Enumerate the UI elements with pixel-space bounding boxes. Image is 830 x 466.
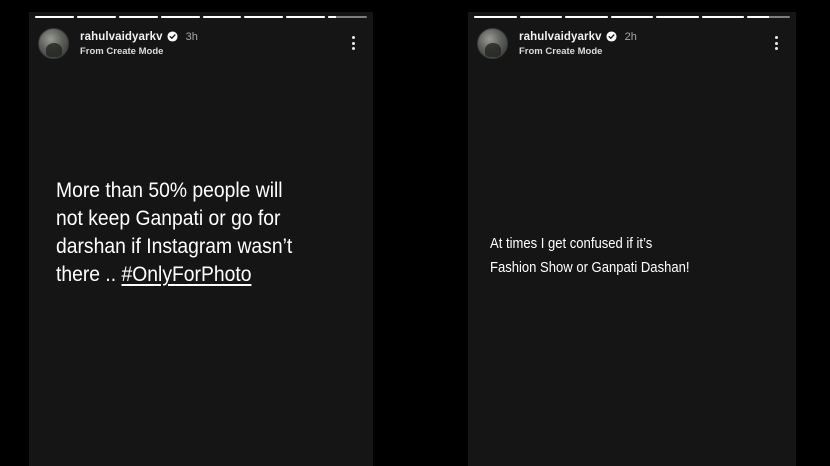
story-progress-fill <box>118 16 158 18</box>
story-timestamp: 2h <box>624 30 637 43</box>
story-progress-segment <box>76 16 116 18</box>
story-card-left[interactable]: rahulvaidyarkv 3h From Create Mode More … <box>29 12 373 466</box>
verified-badge-icon <box>606 31 617 42</box>
story-progress-segment <box>118 16 158 18</box>
story-progress-fill <box>747 16 769 18</box>
more-vertical-icon[interactable] <box>347 34 359 52</box>
story-progress-segment <box>610 16 654 18</box>
username[interactable]: rahulvaidyarkv <box>519 31 602 43</box>
avatar[interactable] <box>477 27 508 59</box>
story-subtitle: From Create Mode <box>80 45 164 57</box>
story-text-line: At times I get confused if it’s <box>490 236 653 252</box>
story-text-line: Fashion Show or Ganpati Dashan! <box>490 260 690 276</box>
story-progress-fill <box>286 16 326 18</box>
story-progress-bars <box>474 16 791 18</box>
username[interactable]: rahulvaidyarkv <box>80 31 163 43</box>
user-info: rahulvaidyarkv 3h From Create Mode <box>80 30 198 57</box>
story-header: rahulvaidyarkv 2h From Create Mode <box>477 27 782 59</box>
story-text: At times I get confused if it’s Fashion … <box>490 232 760 280</box>
story-progress-fill <box>202 16 242 18</box>
story-subtitle: From Create Mode <box>519 45 603 57</box>
story-progress-segment <box>328 16 367 18</box>
more-vertical-icon[interactable] <box>770 34 782 52</box>
story-progress-segment <box>202 16 242 18</box>
story-progress-fill <box>701 16 745 18</box>
story-text-line: not keep Ganpati or go for <box>56 207 281 230</box>
story-text: More than 50% people will not keep Ganpa… <box>56 177 332 289</box>
story-progress-segment <box>656 16 699 18</box>
story-progress-fill <box>244 16 284 18</box>
story-progress-segment <box>35 16 74 18</box>
story-progress-segment <box>160 16 200 18</box>
story-progress-segment <box>747 16 791 18</box>
story-progress-segment <box>474 16 517 18</box>
story-progress-segment <box>701 16 745 18</box>
story-progress-segment <box>565 16 608 18</box>
story-text-line: More than 50% people will <box>56 179 283 202</box>
story-progress-bars <box>35 16 367 18</box>
story-progress-fill <box>519 16 563 18</box>
user-info: rahulvaidyarkv 2h From Create Mode <box>519 30 637 57</box>
story-progress-fill <box>565 16 608 18</box>
verified-badge-icon <box>167 31 178 42</box>
story-text-line: darshan if Instagram wasn’t <box>56 235 293 258</box>
story-card-right[interactable]: rahulvaidyarkv 2h From Create Mode At ti… <box>468 12 796 466</box>
avatar[interactable] <box>38 27 69 59</box>
story-text-fragment: there .. <box>56 263 122 286</box>
story-progress-fill <box>610 16 654 18</box>
story-progress-fill <box>474 16 517 18</box>
story-progress-fill <box>35 16 74 18</box>
story-progress-fill <box>328 16 336 18</box>
hashtag-link[interactable]: #OnlyForPhoto <box>122 263 252 286</box>
story-progress-segment <box>519 16 563 18</box>
story-header: rahulvaidyarkv 3h From Create Mode <box>38 27 359 59</box>
story-progress-fill <box>76 16 116 18</box>
story-text-line: there .. #OnlyForPhoto <box>56 261 332 289</box>
story-timestamp: 3h <box>185 30 198 43</box>
story-progress-fill <box>160 16 200 18</box>
story-progress-segment <box>286 16 326 18</box>
story-progress-fill <box>656 16 699 18</box>
story-progress-segment <box>244 16 284 18</box>
